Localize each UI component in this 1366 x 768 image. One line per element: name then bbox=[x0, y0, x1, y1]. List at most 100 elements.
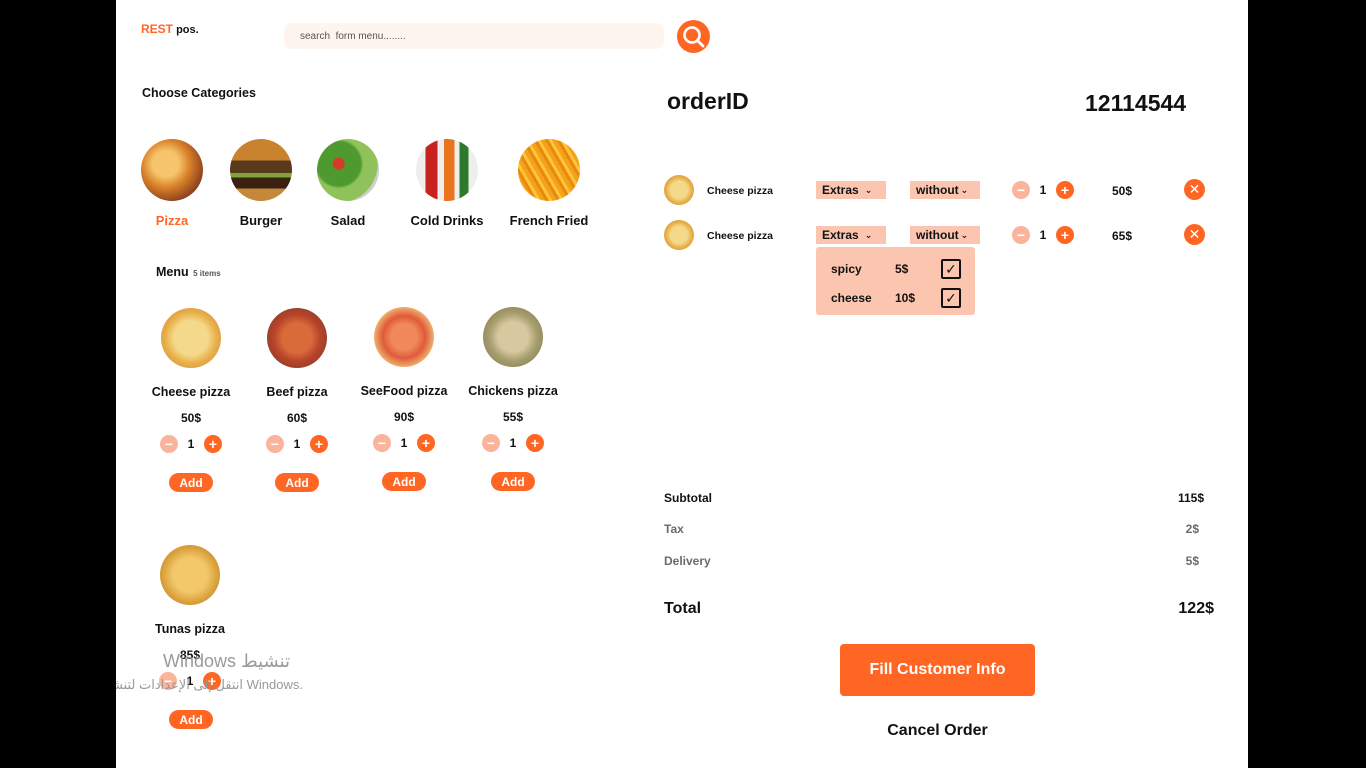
plus-button[interactable]: + bbox=[1056, 181, 1074, 199]
pos-app: REST pos. Choose Categories Pizza Burger… bbox=[116, 0, 1248, 768]
subtotal-label: Subtotal bbox=[664, 491, 712, 505]
order-item-name: Cheese pizza bbox=[707, 185, 773, 197]
add-button[interactable]: Add bbox=[275, 473, 319, 492]
add-button[interactable]: Add bbox=[382, 472, 426, 491]
extras-popup: spicy 5$ ✓ cheese 10$ ✓ bbox=[816, 247, 975, 315]
extras-checkbox[interactable]: ✓ bbox=[941, 288, 961, 308]
beef-pizza-image bbox=[267, 308, 327, 368]
total-label: Total bbox=[664, 600, 702, 617]
category-salad[interactable]: Salad bbox=[303, 139, 393, 228]
tax-value: 2$ bbox=[1185, 522, 1199, 536]
order-item-name: Cheese pizza bbox=[707, 230, 773, 242]
add-button[interactable]: Add bbox=[169, 710, 213, 729]
without-label: without bbox=[916, 183, 959, 197]
menu-item: Tunas pizza 85$ − 1 + Add bbox=[134, 545, 246, 729]
plus-button[interactable]: + bbox=[204, 435, 222, 453]
plus-button[interactable]: + bbox=[310, 435, 328, 453]
extras-dropdown[interactable]: Extras ⌄ bbox=[816, 226, 886, 244]
plus-button[interactable]: + bbox=[1056, 226, 1074, 244]
minus-button[interactable]: − bbox=[482, 434, 500, 452]
remove-item-button[interactable]: ✕ bbox=[1184, 224, 1205, 245]
plus-button[interactable]: + bbox=[526, 434, 544, 452]
minus-button[interactable]: − bbox=[1012, 226, 1030, 244]
quantity-value: 1 bbox=[1039, 183, 1047, 197]
quantity-stepper: − 1 + bbox=[457, 434, 569, 452]
order-item-price: 65$ bbox=[1112, 229, 1133, 243]
search-icon bbox=[682, 25, 704, 47]
order-item-price: 50$ bbox=[1112, 184, 1133, 198]
fill-customer-info-button[interactable]: Fill Customer Info bbox=[840, 644, 1035, 696]
menu-title: Menu bbox=[156, 265, 189, 279]
category-french-fried[interactable]: French Fried bbox=[504, 139, 594, 228]
category-label: Cold Drinks bbox=[410, 213, 484, 228]
category-burger[interactable]: Burger bbox=[216, 139, 306, 228]
search-button[interactable] bbox=[677, 20, 710, 53]
menu-item: Chickens pizza 55$ − 1 + Add bbox=[457, 307, 569, 491]
extras-label: Extras bbox=[822, 228, 859, 242]
menu-item: Cheese pizza 50$ − 1 + Add bbox=[135, 308, 247, 492]
order-row: Cheese pizza Extras ⌄ without ⌄ − 1 + 50… bbox=[664, 175, 1224, 207]
drinks-image bbox=[416, 139, 478, 201]
extras-label: Extras bbox=[822, 183, 859, 197]
salad-image bbox=[317, 139, 379, 201]
activation-watermark-title: Windows تنشيط bbox=[163, 651, 291, 671]
plus-button[interactable]: + bbox=[417, 434, 435, 452]
order-title: orderID bbox=[667, 88, 749, 114]
quantity-value: 1 bbox=[1039, 228, 1047, 242]
close-icon: ✕ bbox=[1188, 181, 1201, 197]
quantity-stepper: − 1 + bbox=[1012, 181, 1074, 199]
extras-option-name: cheese bbox=[831, 291, 872, 305]
chevron-down-icon: ⌄ bbox=[960, 184, 969, 195]
close-icon: ✕ bbox=[1188, 226, 1201, 242]
extras-option-price: 5$ bbox=[895, 262, 909, 276]
quantity-value: 1 bbox=[509, 436, 517, 450]
tax-label: Tax bbox=[664, 522, 684, 536]
menu-item: SeeFood pizza 90$ − 1 + Add bbox=[348, 307, 460, 491]
add-button[interactable]: Add bbox=[491, 472, 535, 491]
extras-checkbox[interactable]: ✓ bbox=[941, 259, 961, 279]
menu-item-price: 60$ bbox=[286, 411, 308, 425]
quantity-value: 1 bbox=[293, 437, 301, 451]
extras-option: spicy 5$ ✓ bbox=[831, 259, 966, 279]
fries-image bbox=[518, 139, 580, 201]
category-label: Salad bbox=[330, 213, 366, 228]
order-item-thumb bbox=[664, 220, 694, 250]
menu-item: Beef pizza 60$ − 1 + Add bbox=[241, 308, 353, 492]
chevron-down-icon: ⌄ bbox=[864, 184, 873, 195]
menu-item-name: SeeFood pizza bbox=[360, 384, 448, 398]
pizza-image bbox=[141, 139, 203, 201]
category-pizza[interactable]: Pizza bbox=[127, 139, 217, 228]
menu-item-name: Chickens pizza bbox=[468, 384, 558, 398]
category-cold-drinks[interactable]: Cold Drinks bbox=[402, 139, 492, 228]
extras-option-price: 10$ bbox=[895, 291, 916, 305]
minus-button[interactable]: − bbox=[373, 434, 391, 452]
quantity-stepper: − 1 + bbox=[348, 434, 460, 452]
cancel-order-button[interactable]: Cancel Order bbox=[840, 722, 1035, 740]
extras-option-name: spicy bbox=[831, 262, 862, 276]
activation-watermark-subtitle: انتقل إلى الإعدادات لتنشيط Windows. bbox=[116, 677, 303, 692]
quantity-value: 1 bbox=[187, 437, 195, 451]
quantity-stepper: − 1 + bbox=[1012, 226, 1074, 244]
extras-option: cheese 10$ ✓ bbox=[831, 288, 966, 308]
delivery-label: Delivery bbox=[664, 554, 711, 568]
minus-button[interactable]: − bbox=[266, 435, 284, 453]
minus-button[interactable]: − bbox=[1012, 181, 1030, 199]
menu-item-price: 55$ bbox=[502, 410, 524, 424]
total-value: 122$ bbox=[1178, 600, 1214, 617]
quantity-stepper: − 1 + bbox=[135, 435, 247, 453]
minus-button[interactable]: − bbox=[160, 435, 178, 453]
without-dropdown[interactable]: without ⌄ bbox=[910, 181, 980, 199]
delivery-value: 5$ bbox=[1185, 554, 1199, 568]
extras-dropdown[interactable]: Extras ⌄ bbox=[816, 181, 886, 199]
chevron-down-icon: ⌄ bbox=[960, 229, 969, 240]
without-dropdown[interactable]: without ⌄ bbox=[910, 226, 980, 244]
burger-image bbox=[230, 139, 292, 201]
logo-suffix: pos. bbox=[176, 24, 199, 36]
without-label: without bbox=[916, 228, 959, 242]
search-input[interactable] bbox=[284, 23, 664, 49]
add-button[interactable]: Add bbox=[169, 473, 213, 492]
subtotal-value: 115$ bbox=[1177, 491, 1204, 505]
menu-item-price: 90$ bbox=[393, 410, 415, 424]
remove-item-button[interactable]: ✕ bbox=[1184, 179, 1205, 200]
category-label: Burger bbox=[239, 213, 283, 228]
